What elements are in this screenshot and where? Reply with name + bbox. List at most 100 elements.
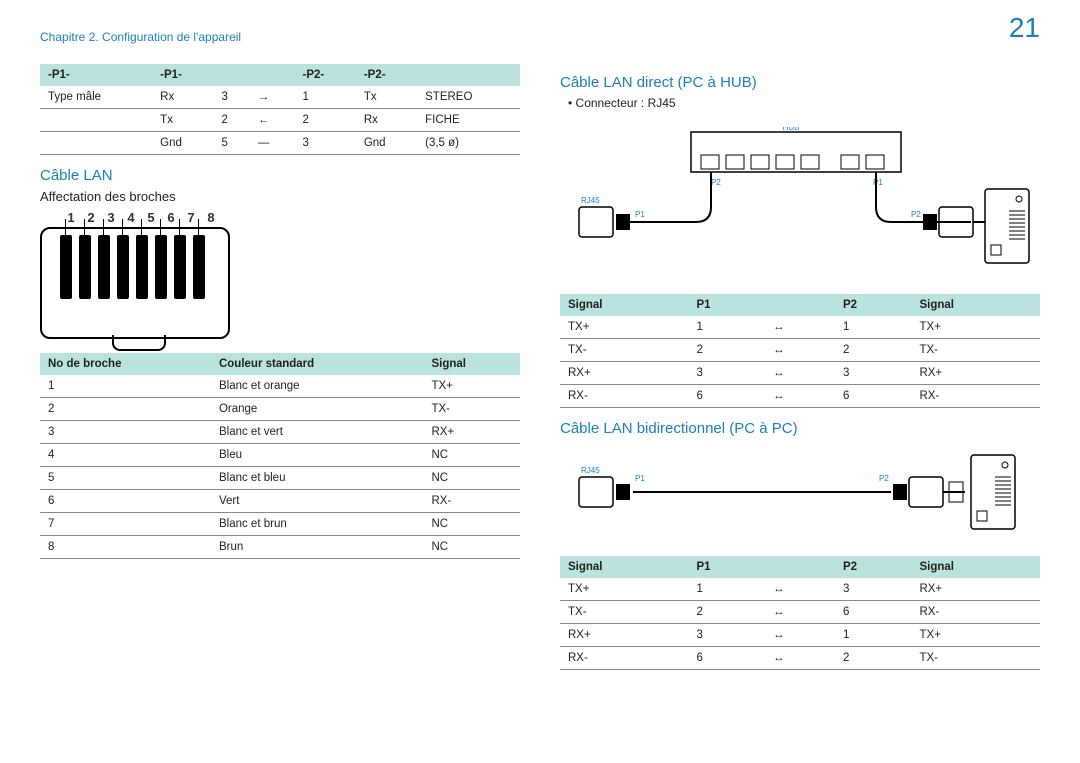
cell: 3	[689, 362, 766, 385]
chapter-title: Chapitre 2. Configuration de l'appareil	[40, 30, 241, 44]
th: Signal	[560, 556, 689, 578]
cell: ↔	[765, 316, 835, 339]
th: P1	[689, 556, 766, 578]
cell: ↔	[765, 578, 835, 601]
cell: 6	[689, 647, 766, 670]
th: Signal	[911, 556, 1040, 578]
cell: Blanc et bleu	[211, 467, 424, 490]
cell: TX+	[911, 316, 1040, 339]
cell: RX+	[560, 624, 689, 647]
cell: 2	[295, 109, 356, 132]
cross-signal-table: Signal P1 P2 Signal TX+1↔3RX+ TX-2↔6RX- …	[560, 556, 1040, 670]
cell: TX-	[911, 339, 1040, 362]
pin-label: 4	[124, 210, 138, 225]
cell: RX-	[560, 385, 689, 408]
cell: 2	[835, 647, 912, 670]
cell: 2	[689, 339, 766, 362]
th: -P1-	[152, 64, 213, 86]
svg-text:RJ45: RJ45	[581, 196, 600, 205]
cell: 1	[295, 86, 356, 109]
cell: 3	[689, 624, 766, 647]
cell: RX+	[911, 362, 1040, 385]
svg-text:HUB: HUB	[783, 127, 800, 132]
cell: 1	[835, 624, 912, 647]
cell: Blanc et orange	[211, 375, 424, 398]
cell: TX-	[560, 601, 689, 624]
cell: RX-	[560, 647, 689, 670]
cell: NC	[423, 467, 520, 490]
cell: 3	[213, 86, 249, 109]
cell: 2	[213, 109, 249, 132]
direct-signal-table: Signal P1 P2 Signal TX+1↔1TX+ TX-2↔2TX- …	[560, 294, 1040, 408]
cell: 5	[213, 132, 249, 155]
cell: —	[250, 132, 295, 155]
page-number: 21	[1009, 12, 1040, 44]
diagram-pc-to-pc: RJ45 P1 P2	[560, 442, 1040, 550]
cell: Rx	[356, 109, 417, 132]
svg-text:P2: P2	[711, 178, 721, 187]
cell: TX-	[423, 398, 520, 421]
cell: TX-	[911, 647, 1040, 670]
cell: ↔	[765, 362, 835, 385]
cell: Orange	[211, 398, 424, 421]
diagram-pc-to-hub: HUB P2 P1 RJ45 P1	[560, 120, 1040, 288]
pin-label: 3	[104, 210, 118, 225]
cell: Gnd	[356, 132, 417, 155]
section-lan-cable: Câble LAN	[40, 167, 520, 184]
section-lan-cross: Câble LAN bidirectionnel (PC à PC)	[560, 420, 1040, 437]
cell: TX+	[911, 624, 1040, 647]
cell: NC	[423, 513, 520, 536]
cell: Tx	[152, 109, 213, 132]
th	[417, 64, 520, 86]
cell: Vert	[211, 490, 424, 513]
cell: 8	[40, 536, 211, 559]
th	[213, 64, 249, 86]
th: P2	[835, 294, 912, 316]
th: Signal	[423, 353, 520, 375]
stereo-pin-table: -P1- -P1- -P2- -P2- Type mâle Rx 3 → 1 T…	[40, 64, 520, 155]
cell: TX+	[560, 578, 689, 601]
cell	[40, 132, 152, 155]
cell: ↔	[765, 601, 835, 624]
pin-label: 7	[184, 210, 198, 225]
cell: Gnd	[152, 132, 213, 155]
cell: TX+	[560, 316, 689, 339]
svg-text:RJ45: RJ45	[581, 466, 600, 475]
cell: 4	[40, 444, 211, 467]
pin-label: 1	[64, 210, 78, 225]
pin-label: 8	[204, 210, 218, 225]
th: No de broche	[40, 353, 211, 375]
th: P1	[689, 294, 766, 316]
cell: Type mâle	[40, 86, 152, 109]
cell: RX-	[911, 601, 1040, 624]
cell: 6	[40, 490, 211, 513]
cell: ↔	[765, 385, 835, 408]
cell: Blanc et brun	[211, 513, 424, 536]
pin-color-table: No de broche Couleur standard Signal 1Bl…	[40, 353, 520, 559]
cell: RX+	[560, 362, 689, 385]
cell: RX-	[911, 385, 1040, 408]
cell: STEREO	[417, 86, 520, 109]
cell: 1	[40, 375, 211, 398]
svg-text:P1: P1	[635, 210, 645, 219]
cell: RX+	[423, 421, 520, 444]
cell: →	[250, 86, 295, 109]
th: -P2-	[356, 64, 417, 86]
cell: 1	[689, 578, 766, 601]
th: Signal	[560, 294, 689, 316]
cell: ↔	[765, 647, 835, 670]
svg-text:P1: P1	[873, 178, 883, 187]
cell: 3	[40, 421, 211, 444]
cell: RX+	[911, 578, 1040, 601]
right-column: Câble LAN direct (PC à HUB) Connecteur :…	[560, 64, 1040, 682]
left-column: -P1- -P1- -P2- -P2- Type mâle Rx 3 → 1 T…	[40, 64, 520, 682]
cell: 3	[835, 362, 912, 385]
cell: RX-	[423, 490, 520, 513]
cell: 2	[40, 398, 211, 421]
cell: 6	[835, 601, 912, 624]
cell: 1	[835, 316, 912, 339]
pin-label: 6	[164, 210, 178, 225]
th	[765, 294, 835, 316]
cell: NC	[423, 444, 520, 467]
subsection-pin-assignment: Affectation des broches	[40, 189, 520, 204]
